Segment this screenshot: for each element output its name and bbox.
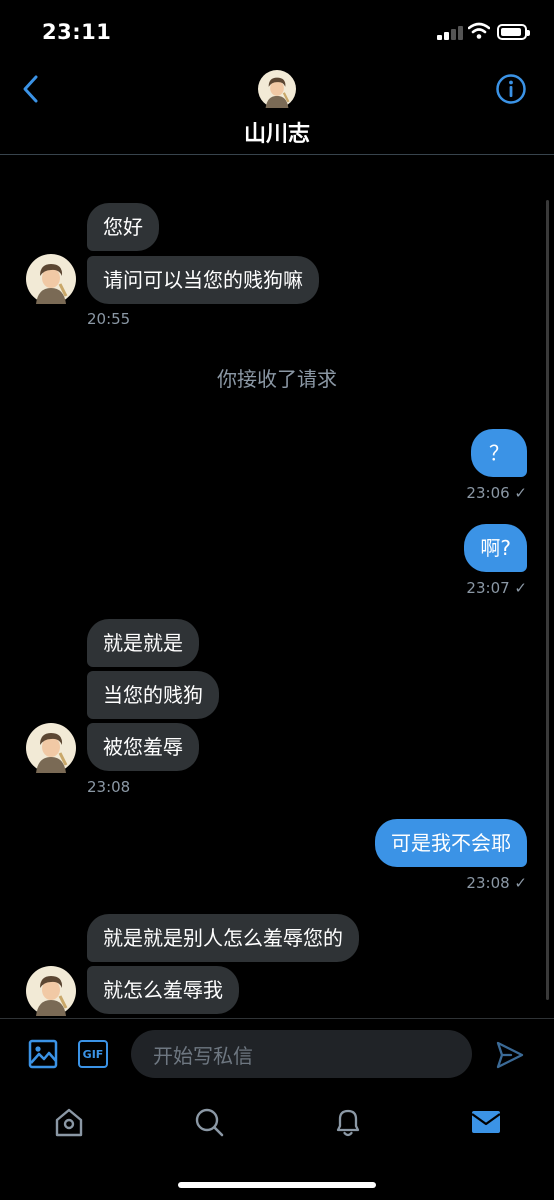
message-input-placeholder: 开始写私信 [153, 1043, 253, 1068]
scrollbar[interactable] [546, 200, 549, 1000]
image-icon[interactable] [28, 1039, 58, 1069]
home-indicator [178, 1182, 376, 1188]
send-icon[interactable] [495, 1040, 525, 1070]
home-icon[interactable] [53, 1106, 85, 1138]
message-timestamp: 23:08 ✓ [466, 874, 527, 892]
bell-icon[interactable] [332, 1106, 364, 1138]
status-time: 23:11 [42, 20, 112, 44]
wifi-icon [468, 22, 490, 39]
message-timestamp: 23:08 [87, 778, 131, 796]
message-timestamp: 20:55 [87, 310, 131, 328]
conversation-title: 山川志 [243, 122, 310, 147]
search-icon[interactable] [193, 1106, 225, 1138]
info-icon[interactable] [495, 73, 527, 105]
outgoing-message[interactable]: 啊? [464, 524, 527, 572]
incoming-message[interactable]: 就是就是别人怎么羞辱您的 [87, 914, 359, 962]
incoming-message[interactable]: 就是就是 [87, 619, 199, 667]
composer-divider [0, 1018, 554, 1019]
gif-icon[interactable]: GIF [78, 1040, 108, 1068]
battery-icon [497, 24, 530, 40]
message-timestamp: 23:06 ✓ [466, 484, 527, 502]
incoming-message[interactable]: 请问可以当您的贱狗嘛 [87, 256, 319, 304]
incoming-message[interactable]: 当您的贱狗 [87, 671, 219, 719]
request-accepted-note: 你接收了请求 [217, 367, 337, 391]
contact-avatar[interactable] [258, 70, 296, 108]
outgoing-message[interactable]: ？ [471, 429, 527, 477]
message-timestamp: 23:07 ✓ [466, 579, 527, 597]
incoming-message[interactable]: 您好 [87, 203, 159, 251]
incoming-message[interactable]: 被您羞辱 [87, 723, 199, 771]
header-divider [0, 154, 554, 155]
message-input[interactable]: 开始写私信 [131, 1030, 472, 1078]
outgoing-message[interactable]: 可是我不会耶 [375, 819, 527, 867]
cellular-signal-icon [437, 24, 463, 40]
contact-avatar[interactable] [26, 966, 76, 1016]
contact-avatar[interactable] [26, 254, 76, 304]
incoming-message[interactable]: 就怎么羞辱我 [87, 966, 239, 1014]
chevron-left-icon[interactable] [20, 72, 42, 106]
contact-avatar[interactable] [26, 723, 76, 773]
mail-icon[interactable] [470, 1106, 502, 1138]
